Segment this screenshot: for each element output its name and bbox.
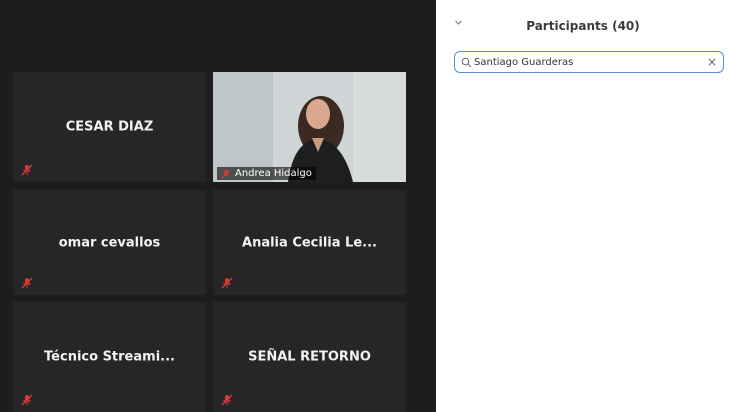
participant-name: Analia Cecilia Le... bbox=[242, 235, 377, 250]
muted-mic-icon bbox=[221, 168, 231, 179]
muted-mic-icon bbox=[221, 277, 233, 289]
muted-mic-icon bbox=[21, 394, 33, 406]
participant-name: SEÑAL RETORNO bbox=[248, 349, 371, 365]
participant-name: omar cevallos bbox=[58, 235, 161, 250]
muted-mic-icon bbox=[221, 394, 233, 406]
participant-tile[interactable]: omar cevallos bbox=[13, 190, 206, 295]
search-icon bbox=[461, 57, 472, 68]
participant-search-input[interactable] bbox=[474, 54, 694, 70]
participant-tile[interactable]: SEÑAL RETORNO bbox=[213, 302, 406, 412]
muted-mic-icon bbox=[21, 164, 33, 176]
participant-name-label: Andrea Hidalgo bbox=[217, 167, 316, 180]
participant-search-box[interactable]: × bbox=[454, 51, 724, 73]
participants-panel: Participants (40) × bbox=[436, 0, 730, 412]
participants-title: Participants (40) bbox=[526, 19, 640, 33]
participant-tile[interactable]: Analia Cecilia Le... bbox=[213, 190, 406, 295]
participant-video-tile[interactable]: Andrea Hidalgo bbox=[213, 72, 406, 182]
participants-panel-header: Participants (40) bbox=[436, 0, 730, 42]
participant-name: Técnico Streami... bbox=[44, 349, 175, 365]
participant-video-feed bbox=[213, 72, 406, 182]
muted-mic-icon bbox=[21, 277, 33, 289]
video-gallery: CESAR DIAZ Andrea Hidalgo omar cevallos … bbox=[0, 0, 436, 412]
participant-name: CESAR DIAZ bbox=[65, 119, 154, 135]
participant-tile[interactable]: CESAR DIAZ bbox=[13, 72, 206, 182]
participant-name: Andrea Hidalgo bbox=[235, 168, 312, 179]
close-icon[interactable]: × bbox=[707, 55, 717, 69]
participant-tile[interactable]: Técnico Streami... bbox=[13, 302, 206, 412]
